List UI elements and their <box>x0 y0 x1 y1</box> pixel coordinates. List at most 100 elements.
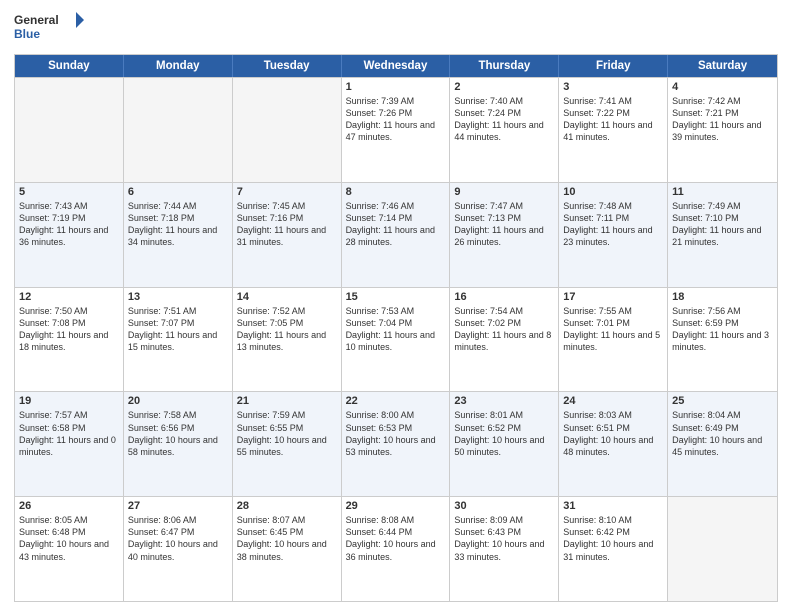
cell-text-23: Sunrise: 8:01 AMSunset: 6:52 PMDaylight:… <box>454 409 554 458</box>
svg-text:Blue: Blue <box>14 27 40 41</box>
day-number-13: 13 <box>128 291 228 303</box>
day-number-5: 5 <box>19 186 119 198</box>
cell-text-5: Sunrise: 7:43 AMSunset: 7:19 PMDaylight:… <box>19 200 119 249</box>
day-number-9: 9 <box>454 186 554 198</box>
cell-day-6: 6 Sunrise: 7:44 AMSunset: 7:18 PMDaylight… <box>124 183 233 287</box>
day-number-1: 1 <box>346 81 446 93</box>
cell-day-23: 23Sunrise: 8:01 AMSunset: 6:52 PMDayligh… <box>450 392 559 496</box>
day-number-20: 20 <box>128 395 228 407</box>
day-number-10: 10 <box>563 186 663 198</box>
day-number-14: 14 <box>237 291 337 303</box>
cell-text-29: Sunrise: 8:08 AMSunset: 6:44 PMDaylight:… <box>346 514 446 563</box>
cell-day-24: 24 Sunrise: 8:03 AMSunset: 6:51 PMDayligh… <box>559 392 668 496</box>
cell-empty-4-6 <box>668 497 777 601</box>
calendar-row-1: 1 Sunrise: 7:39 AMSunset: 7:26 PMDaylight… <box>15 77 777 182</box>
header-day-saturday: Saturday <box>668 55 777 77</box>
cell-text-28: Sunrise: 8:07 AMSunset: 6:45 PMDaylight:… <box>237 514 337 563</box>
cell-day-4: 4Sunrise: 7:42 AMSunset: 7:21 PMDaylight… <box>668 78 777 182</box>
calendar-header: SundayMondayTuesdayWednesdayThursdayFrid… <box>15 55 777 77</box>
header: General Blue <box>14 10 778 46</box>
header-day-sunday: Sunday <box>15 55 124 77</box>
header-day-tuesday: Tuesday <box>233 55 342 77</box>
cell-day-20: 20 Sunrise: 7:58 AMSunset: 6:56 PMDayligh… <box>124 392 233 496</box>
calendar-row-4: 19 Sunrise: 7:57 AMSunset: 6:58 PMDayligh… <box>15 391 777 496</box>
cell-day-31: 31 Sunrise: 8:10 AMSunset: 6:42 PMDayligh… <box>559 497 668 601</box>
cell-day-1: 1 Sunrise: 7:39 AMSunset: 7:26 PMDaylight… <box>342 78 451 182</box>
svg-text:General: General <box>14 13 59 27</box>
cell-text-20: Sunrise: 7:58 AMSunset: 6:56 PMDaylight:… <box>128 409 228 458</box>
cell-text-9: Sunrise: 7:47 AMSunset: 7:13 PMDaylight:… <box>454 200 554 249</box>
cell-day-26: 26 Sunrise: 8:05 AMSunset: 6:48 PMDayligh… <box>15 497 124 601</box>
cell-day-7: 7 Sunrise: 7:45 AMSunset: 7:16 PMDaylight… <box>233 183 342 287</box>
cell-text-6: Sunrise: 7:44 AMSunset: 7:18 PMDaylight:… <box>128 200 228 249</box>
cell-day-19: 19 Sunrise: 7:57 AMSunset: 6:58 PMDayligh… <box>15 392 124 496</box>
header-day-wednesday: Wednesday <box>342 55 451 77</box>
cell-text-2: Sunrise: 7:40 AMSunset: 7:24 PMDaylight:… <box>454 95 554 144</box>
day-number-31: 31 <box>563 500 663 512</box>
cell-day-13: 13 Sunrise: 7:51 AMSunset: 7:07 PMDayligh… <box>124 288 233 392</box>
cell-text-14: Sunrise: 7:52 AMSunset: 7:05 PMDaylight:… <box>237 305 337 354</box>
logo-svg: General Blue <box>14 10 84 46</box>
logo: General Blue <box>14 10 84 46</box>
cell-day-29: 29 Sunrise: 8:08 AMSunset: 6:44 PMDayligh… <box>342 497 451 601</box>
day-number-11: 11 <box>672 186 773 198</box>
day-number-17: 17 <box>563 291 663 303</box>
cell-text-22: Sunrise: 8:00 AMSunset: 6:53 PMDaylight:… <box>346 409 446 458</box>
cell-day-15: 15 Sunrise: 7:53 AMSunset: 7:04 PMDayligh… <box>342 288 451 392</box>
cell-empty-0-0 <box>15 78 124 182</box>
header-day-thursday: Thursday <box>450 55 559 77</box>
calendar-row-2: 5 Sunrise: 7:43 AMSunset: 7:19 PMDaylight… <box>15 182 777 287</box>
cell-day-28: 28 Sunrise: 8:07 AMSunset: 6:45 PMDayligh… <box>233 497 342 601</box>
cell-text-26: Sunrise: 8:05 AMSunset: 6:48 PMDaylight:… <box>19 514 119 563</box>
calendar-row-3: 12 Sunrise: 7:50 AMSunset: 7:08 PMDayligh… <box>15 287 777 392</box>
cell-day-21: 21 Sunrise: 7:59 AMSunset: 6:55 PMDayligh… <box>233 392 342 496</box>
day-number-26: 26 <box>19 500 119 512</box>
cell-day-9: 9 Sunrise: 7:47 AMSunset: 7:13 PMDaylight… <box>450 183 559 287</box>
day-number-15: 15 <box>346 291 446 303</box>
cell-day-8: 8 Sunrise: 7:46 AMSunset: 7:14 PMDaylight… <box>342 183 451 287</box>
day-number-12: 12 <box>19 291 119 303</box>
day-number-8: 8 <box>346 186 446 198</box>
cell-text-21: Sunrise: 7:59 AMSunset: 6:55 PMDaylight:… <box>237 409 337 458</box>
cell-day-5: 5 Sunrise: 7:43 AMSunset: 7:19 PMDaylight… <box>15 183 124 287</box>
cell-text-19: Sunrise: 7:57 AMSunset: 6:58 PMDaylight:… <box>19 409 119 458</box>
cell-text-15: Sunrise: 7:53 AMSunset: 7:04 PMDaylight:… <box>346 305 446 354</box>
cell-text-27: Sunrise: 8:06 AMSunset: 6:47 PMDaylight:… <box>128 514 228 563</box>
cell-text-1: Sunrise: 7:39 AMSunset: 7:26 PMDaylight:… <box>346 95 446 144</box>
day-number-24: 24 <box>563 395 663 407</box>
cell-day-17: 17Sunrise: 7:55 AMSunset: 7:01 PMDayligh… <box>559 288 668 392</box>
day-number-19: 19 <box>19 395 119 407</box>
cell-text-8: Sunrise: 7:46 AMSunset: 7:14 PMDaylight:… <box>346 200 446 249</box>
day-number-3: 3 <box>563 81 663 93</box>
cell-text-13: Sunrise: 7:51 AMSunset: 7:07 PMDaylight:… <box>128 305 228 354</box>
day-number-18: 18 <box>672 291 773 303</box>
day-number-7: 7 <box>237 186 337 198</box>
cell-text-31: Sunrise: 8:10 AMSunset: 6:42 PMDaylight:… <box>563 514 663 563</box>
cell-text-16: Sunrise: 7:54 AMSunset: 7:02 PMDaylight:… <box>454 305 554 354</box>
cell-empty-0-1 <box>124 78 233 182</box>
day-number-25: 25 <box>672 395 773 407</box>
day-number-21: 21 <box>237 395 337 407</box>
day-number-4: 4 <box>672 81 773 93</box>
day-number-29: 29 <box>346 500 446 512</box>
cell-text-7: Sunrise: 7:45 AMSunset: 7:16 PMDaylight:… <box>237 200 337 249</box>
cell-day-14: 14 Sunrise: 7:52 AMSunset: 7:05 PMDayligh… <box>233 288 342 392</box>
calendar-row-5: 26 Sunrise: 8:05 AMSunset: 6:48 PMDayligh… <box>15 496 777 601</box>
cell-text-12: Sunrise: 7:50 AMSunset: 7:08 PMDaylight:… <box>19 305 119 354</box>
cell-day-27: 27Sunrise: 8:06 AMSunset: 6:47 PMDayligh… <box>124 497 233 601</box>
calendar: SundayMondayTuesdayWednesdayThursdayFrid… <box>14 54 778 602</box>
header-day-monday: Monday <box>124 55 233 77</box>
cell-text-3: Sunrise: 7:41 AMSunset: 7:22 PMDaylight:… <box>563 95 663 144</box>
cell-text-30: Sunrise: 8:09 AMSunset: 6:43 PMDaylight:… <box>454 514 554 563</box>
day-number-28: 28 <box>237 500 337 512</box>
day-number-30: 30 <box>454 500 554 512</box>
cell-empty-0-2 <box>233 78 342 182</box>
day-number-6: 6 <box>128 186 228 198</box>
cell-day-11: 11Sunrise: 7:49 AMSunset: 7:10 PMDayligh… <box>668 183 777 287</box>
day-number-16: 16 <box>454 291 554 303</box>
cell-text-24: Sunrise: 8:03 AMSunset: 6:51 PMDaylight:… <box>563 409 663 458</box>
page: General Blue SundayMondayTuesdayWednesda… <box>0 0 792 612</box>
cell-day-12: 12 Sunrise: 7:50 AMSunset: 7:08 PMDayligh… <box>15 288 124 392</box>
day-number-22: 22 <box>346 395 446 407</box>
cell-day-10: 10Sunrise: 7:48 AMSunset: 7:11 PMDayligh… <box>559 183 668 287</box>
